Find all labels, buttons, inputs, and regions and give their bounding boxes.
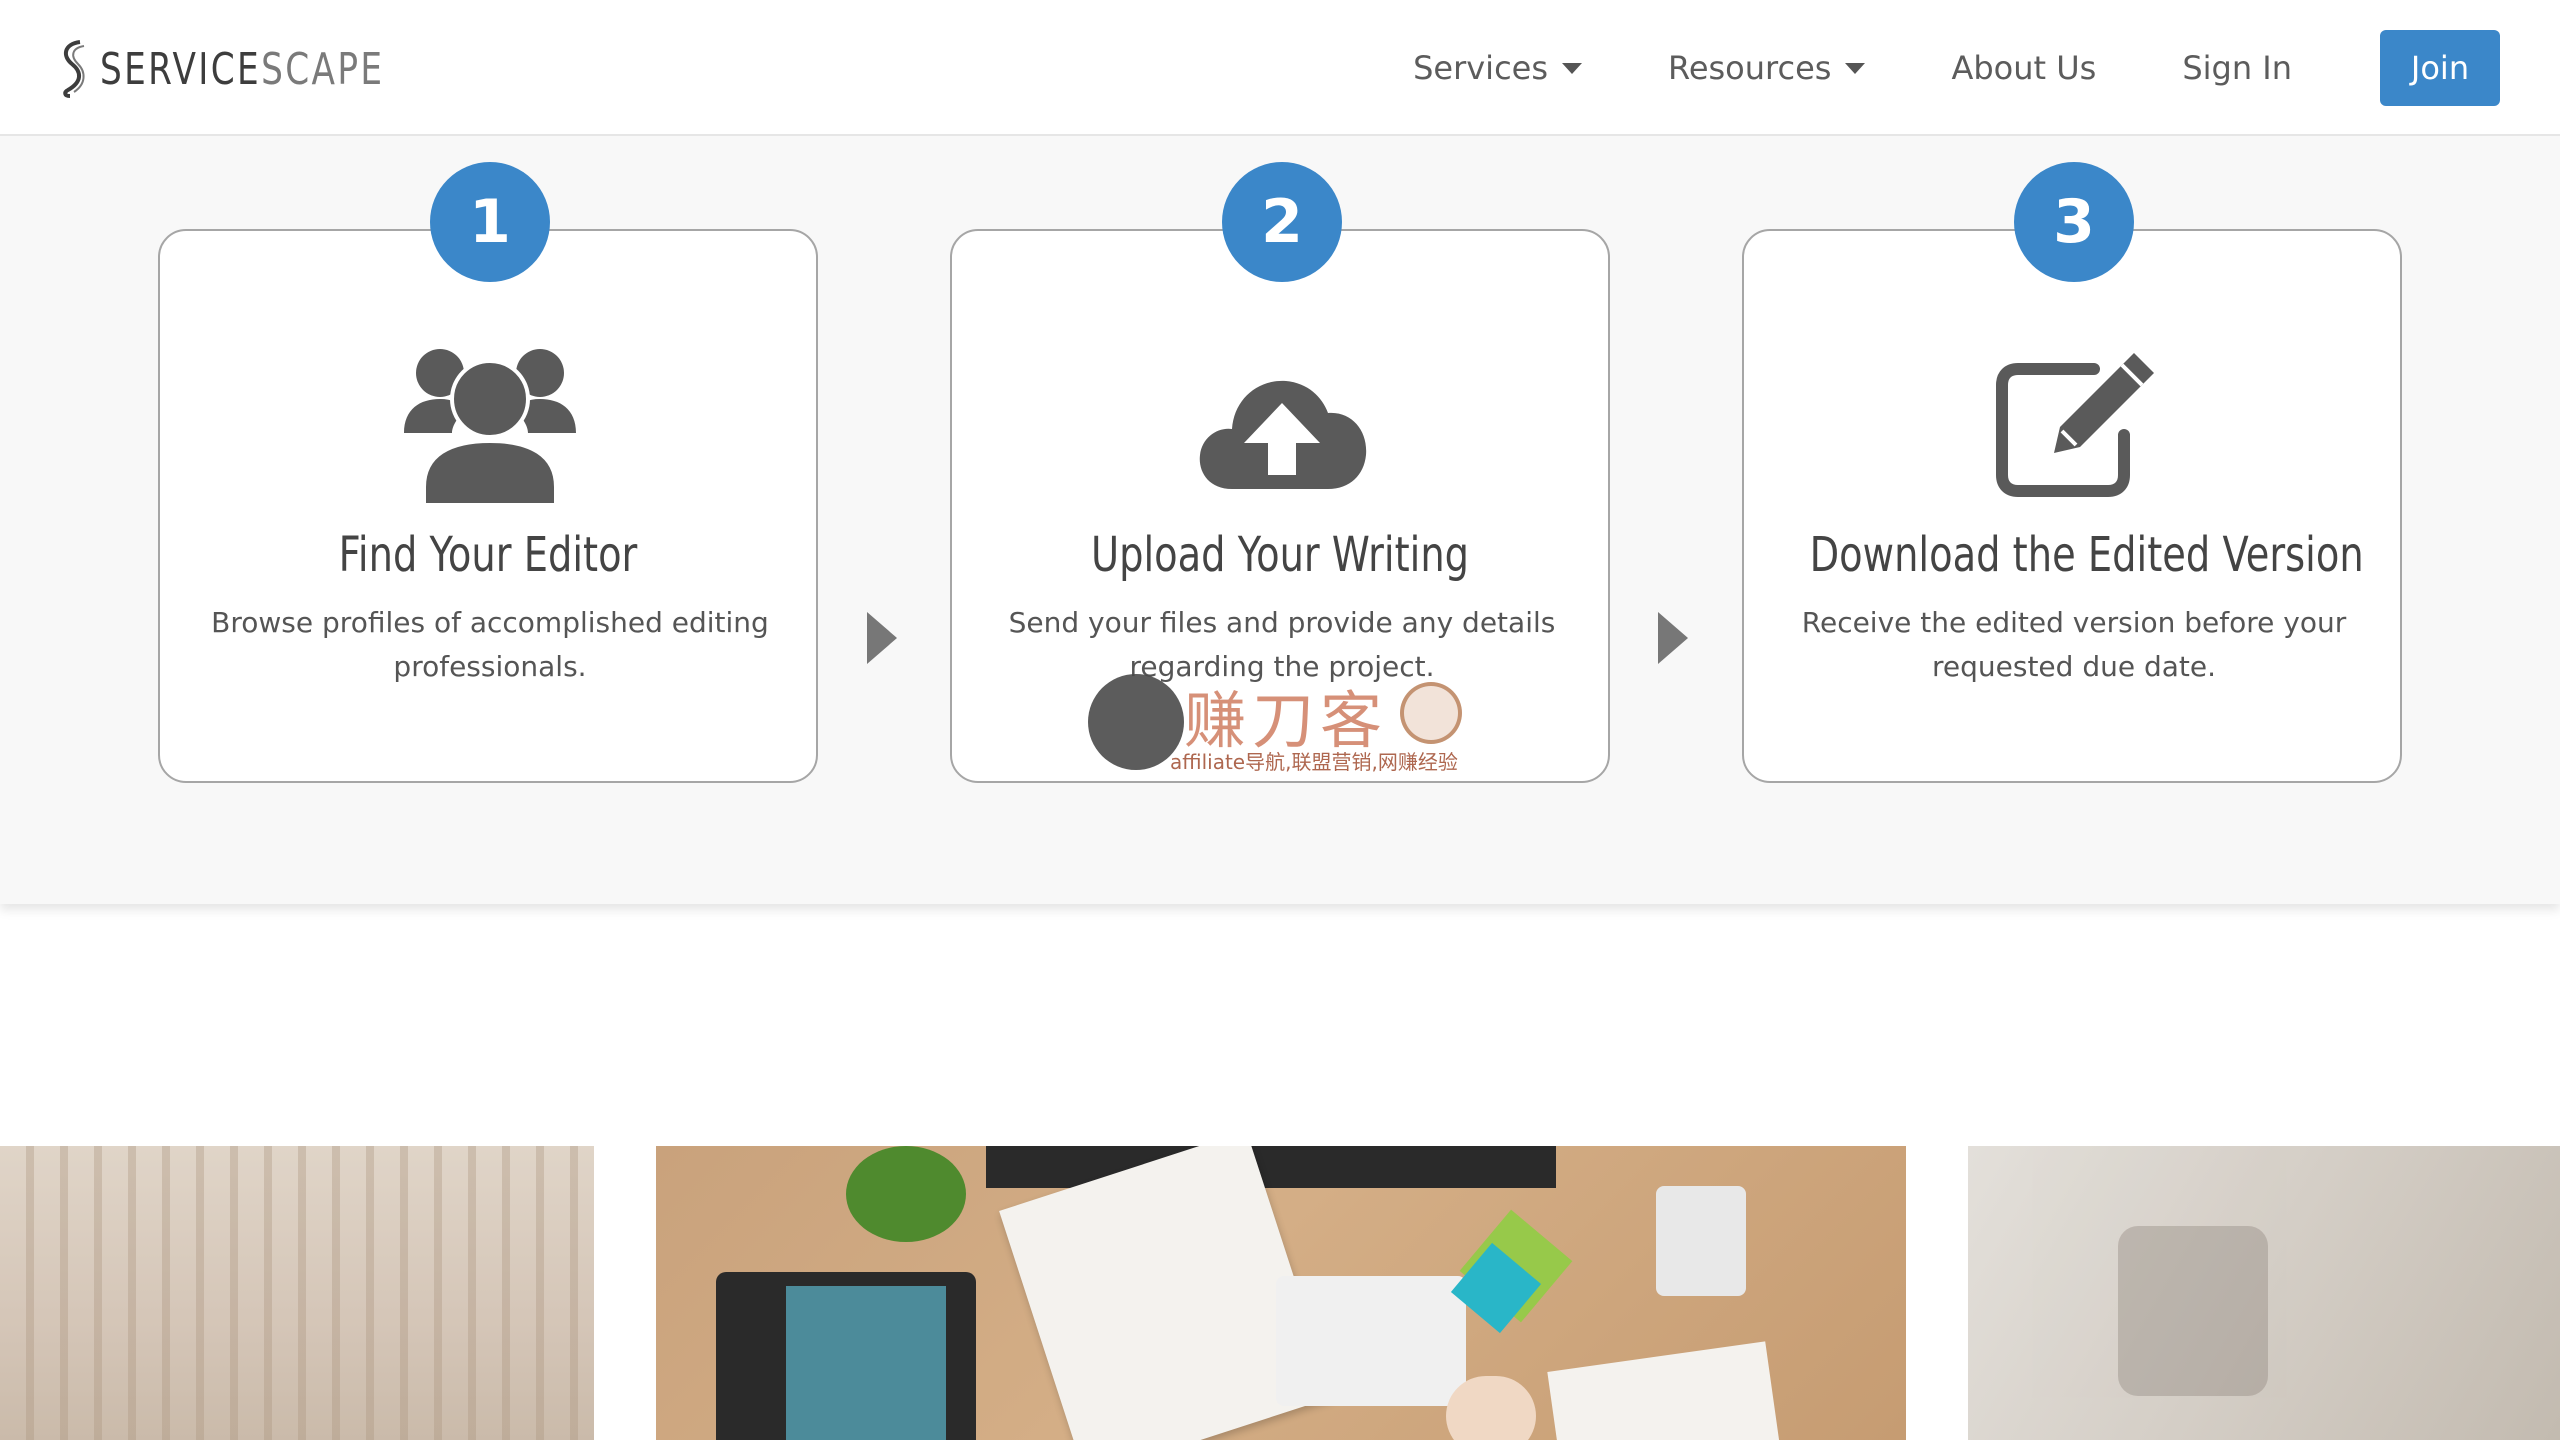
step-number-badge: 1 <box>430 162 550 282</box>
logo-mark-icon <box>63 40 85 98</box>
nav-resources-label: Resources <box>1668 49 1832 87</box>
site-header: SERVICESCAPE Services Resources About Us… <box>0 0 2560 136</box>
cloud-upload-icon <box>1192 339 1372 509</box>
join-button[interactable]: Join <box>2380 30 2500 106</box>
caret-down-icon <box>1562 62 1583 74</box>
main-nav: Services Resources About Us Sign In Join <box>1413 30 2500 106</box>
arrow-right-icon <box>867 612 897 664</box>
step-card-3: 3 Download the Edited Version Receive th… <box>1742 162 2402 783</box>
nav-services-label: Services <box>1413 49 1549 87</box>
step-title: Find Your Editor <box>338 527 638 583</box>
step-title: Download the Edited Version <box>1809 527 2364 583</box>
caret-down-icon <box>1845 62 1866 74</box>
photo-library-shelves <box>0 1146 594 1440</box>
users-icon <box>400 339 580 509</box>
edit-icon <box>1984 339 2164 509</box>
watermark-subtitle: affiliate导航,联盟营销,网赚经验 <box>1170 750 1458 774</box>
step-description: Browse profiles of accomplished editing … <box>211 606 769 683</box>
nav-sign-in[interactable]: Sign In <box>2182 49 2292 87</box>
watermark-overlay: 赚刀客 affiliate导航,联盟营销,网赚经验 <box>1088 670 1468 780</box>
nav-about-us[interactable]: About Us <box>1951 49 2096 87</box>
nav-resources[interactable]: Resources <box>1668 49 1866 87</box>
step-description: Receive the edited version before your r… <box>1801 606 2347 683</box>
logo-text: SERVICESCAPE <box>100 43 385 95</box>
servicescape-logo[interactable]: SERVICESCAPE <box>58 38 465 100</box>
how-it-works-section: 1 Find Your Editor Browse profiles of ac… <box>0 136 2560 904</box>
coin-icon <box>1400 682 1462 744</box>
arrow-right-icon <box>1658 612 1688 664</box>
step-card-1: 1 Find Your Editor Browse profiles of ac… <box>158 162 818 783</box>
nav-services[interactable]: Services <box>1413 49 1583 87</box>
photo-coffee-laptop <box>1968 1146 2560 1440</box>
photo-editing-desk <box>656 1146 1906 1440</box>
step-title: Upload Your Writing <box>1090 527 1470 583</box>
step-number-badge: 3 <box>2014 162 2134 282</box>
step-number-badge: 2 <box>1222 162 1342 282</box>
